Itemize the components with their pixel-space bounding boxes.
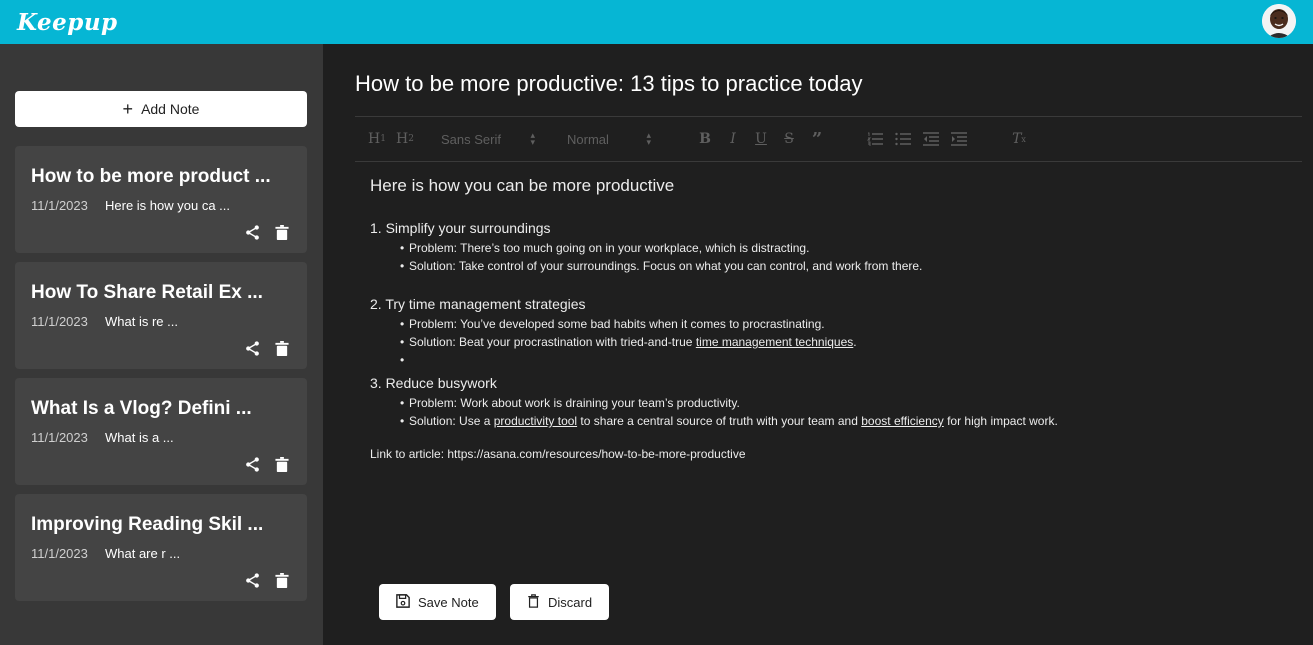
- share-icon[interactable]: [243, 455, 261, 473]
- format-group: B I U S ”: [695, 129, 835, 150]
- save-note-button[interactable]: Save Note: [379, 584, 496, 620]
- add-note-button[interactable]: + Add Note: [15, 91, 307, 127]
- share-icon[interactable]: [243, 339, 261, 357]
- bold-icon[interactable]: B: [695, 129, 715, 149]
- indent-icon[interactable]: [949, 129, 969, 149]
- underline-icon[interactable]: U: [751, 129, 771, 149]
- font-family-select[interactable]: Sans Serif ▴ ▾: [441, 130, 537, 147]
- heading2-icon[interactable]: H2: [395, 129, 415, 149]
- discard-button[interactable]: Discard: [510, 584, 610, 620]
- list-group: [865, 129, 977, 149]
- note-snippet: Here is how you ca ...: [105, 198, 230, 213]
- note-actions: [243, 223, 291, 241]
- strike-icon[interactable]: S: [779, 129, 799, 149]
- content-heading: Here is how you can be more productive: [370, 176, 675, 195]
- editor-toolbar: H1 H2 Sans Serif ▴ ▾ Normal ▴ ▾ B I U S ”: [355, 116, 1302, 162]
- user-avatar[interactable]: [1262, 4, 1296, 38]
- discard-label: Discard: [548, 594, 593, 610]
- section-title: 2. Try time management strategies: [370, 296, 586, 312]
- note-content-editor[interactable]: Here is how you can be more productive 1…: [370, 176, 1270, 461]
- ordered-list-icon[interactable]: [865, 129, 885, 149]
- note-date: 11/1/2023: [31, 198, 88, 213]
- share-icon[interactable]: [243, 571, 261, 589]
- plus-icon: +: [122, 99, 134, 119]
- select-arrows-icon: ▴ ▾: [530, 130, 535, 147]
- select-arrows-icon: ▴ ▾: [646, 130, 651, 147]
- share-icon[interactable]: [243, 223, 261, 241]
- blockquote-icon[interactable]: ”: [807, 129, 827, 150]
- time-management-link[interactable]: time management techniques: [696, 335, 853, 349]
- heading-group: H1 H2: [367, 129, 423, 149]
- note-actions: [243, 455, 291, 473]
- content-section: 2. Try time management strategies Proble…: [370, 296, 1270, 369]
- font-family-value: Sans Serif: [441, 131, 501, 147]
- trash-icon[interactable]: [273, 571, 291, 589]
- boost-efficiency-link[interactable]: boost efficiency: [861, 414, 944, 428]
- list-item: Solution: Beat your procrastination with…: [370, 333, 1270, 351]
- avatar-image: [1262, 4, 1296, 38]
- heading1-icon[interactable]: H1: [367, 129, 387, 149]
- note-title-input[interactable]: How to be more productive: 13 tips to pr…: [355, 71, 862, 97]
- section-title: 1. Simplify your surroundings: [370, 220, 551, 236]
- note-title: How To Share Retail Ex ...: [31, 282, 263, 303]
- save-note-label: Save Note: [418, 594, 479, 610]
- trash-icon: [527, 593, 540, 611]
- content-section: 1. Simplify your surroundings Problem: T…: [370, 220, 1270, 275]
- note-date: 11/1/2023: [31, 546, 88, 561]
- italic-icon[interactable]: I: [723, 129, 743, 149]
- productivity-tool-link[interactable]: productivity tool: [494, 414, 577, 428]
- section-title: 3. Reduce busywork: [370, 375, 497, 391]
- note-card[interactable]: What Is a Vlog? Defini ... 11/1/2023 Wha…: [15, 378, 307, 485]
- note-actions: [243, 571, 291, 589]
- content-section: 3. Reduce busywork Problem: Work about w…: [370, 375, 1270, 430]
- font-size-select[interactable]: Normal ▴ ▾: [567, 130, 663, 147]
- outdent-icon[interactable]: [921, 129, 941, 149]
- note-title: How to be more product ...: [31, 166, 271, 187]
- note-snippet: What are r ...: [105, 546, 181, 561]
- note-card[interactable]: How to be more product ... 11/1/2023 Her…: [15, 146, 307, 253]
- editor-panel: How to be more productive: 13 tips to pr…: [323, 44, 1313, 645]
- trash-icon[interactable]: [273, 223, 291, 241]
- list-item: Solution: Take control of your surroundi…: [370, 257, 1270, 275]
- save-icon: [396, 593, 410, 611]
- sidebar: + Add Note How to be more product ... 11…: [0, 44, 323, 645]
- note-card[interactable]: How To Share Retail Ex ... 11/1/2023 Wha…: [15, 262, 307, 369]
- font-size-value: Normal: [567, 131, 609, 147]
- note-date: 11/1/2023: [31, 314, 88, 329]
- list-item: Problem: You’ve developed some bad habit…: [370, 315, 1270, 333]
- note-snippet: What is re ...: [105, 314, 178, 329]
- trash-icon[interactable]: [273, 455, 291, 473]
- note-title: What Is a Vlog? Defini ...: [31, 398, 252, 419]
- empty-list-item: [370, 351, 1270, 369]
- clear-format-icon[interactable]: Tx: [1009, 129, 1029, 149]
- trash-icon[interactable]: [273, 339, 291, 357]
- note-snippet: What is a ...: [105, 430, 174, 445]
- clean-group: Tx: [1009, 129, 1037, 149]
- article-link-text: Link to article: https://asana.com/resou…: [370, 447, 746, 461]
- top-bar: Keepup: [0, 0, 1313, 44]
- note-card[interactable]: Improving Reading Skil ... 11/1/2023 Wha…: [15, 494, 307, 601]
- list-item: Problem: Work about work is draining you…: [370, 394, 1270, 412]
- list-item: Solution: Use a productivity tool to sha…: [370, 412, 1270, 430]
- note-title: Improving Reading Skil ...: [31, 514, 264, 535]
- note-actions: [243, 339, 291, 357]
- list-item: Problem: There’s too much going on in yo…: [370, 239, 1270, 257]
- app-logo[interactable]: Keepup: [17, 9, 118, 36]
- note-date: 11/1/2023: [31, 430, 88, 445]
- add-note-label: Add Note: [141, 101, 200, 117]
- bullet-list-icon[interactable]: [893, 129, 913, 149]
